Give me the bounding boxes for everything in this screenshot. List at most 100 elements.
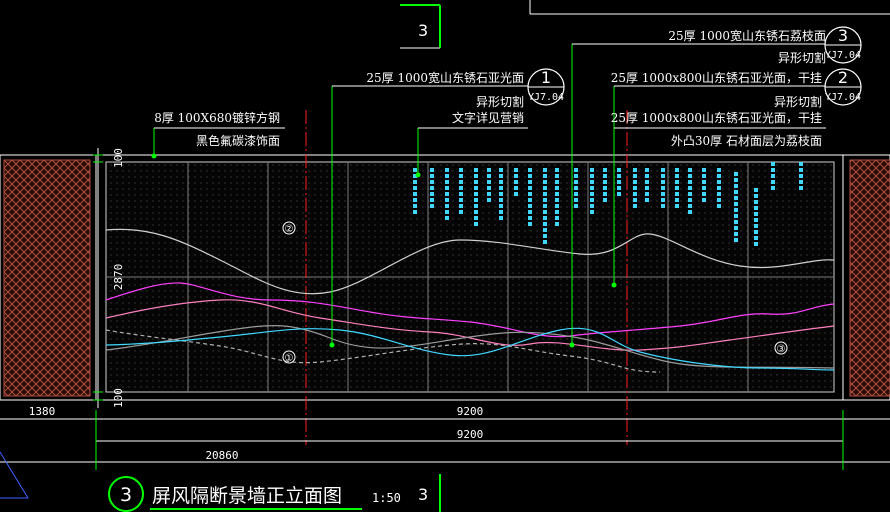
calligraphy-stroke (754, 230, 758, 234)
calligraphy-stroke (590, 192, 594, 196)
calligraphy-stroke (717, 180, 721, 184)
calligraphy-stroke (661, 204, 665, 208)
calligraphy-stroke (543, 222, 547, 226)
calligraphy-stroke (543, 216, 547, 220)
calligraphy-stroke (633, 174, 637, 178)
title-number: 3 (120, 484, 132, 506)
calligraphy-stroke (633, 180, 637, 184)
calligraphy-stroke (474, 168, 478, 172)
calligraphy-stroke (734, 190, 738, 194)
calligraphy-stroke (487, 180, 491, 184)
calligraphy-stroke (590, 168, 594, 172)
calligraphy-stroke (717, 168, 721, 172)
calligraphy-stroke (499, 192, 503, 196)
calligraphy-stroke (633, 186, 637, 190)
calligraphy-stroke (499, 186, 503, 190)
calligraphy-stroke (445, 186, 449, 190)
calligraphy-stroke (445, 180, 449, 184)
calligraphy-stroke (590, 180, 594, 184)
callout-3-number: 3 (838, 26, 848, 45)
calligraphy-stroke (543, 180, 547, 184)
calligraphy-stroke (459, 198, 463, 202)
calligraphy-stroke (603, 168, 607, 172)
calligraphy-stroke (445, 192, 449, 196)
calligraphy-stroke (661, 168, 665, 172)
calligraphy-stroke (514, 174, 518, 178)
calligraphy-stroke (543, 168, 547, 172)
calligraphy-stroke (675, 204, 679, 208)
calligraphy-stroke (474, 222, 478, 226)
calligraphy-stroke (688, 204, 692, 208)
dim-height: 2870 (112, 264, 125, 291)
calligraphy-stroke (734, 226, 738, 230)
calligraphy-stroke (413, 198, 417, 202)
calligraphy-stroke (487, 198, 491, 202)
calligraphy-stroke (754, 188, 758, 192)
calligraphy-stroke (543, 198, 547, 202)
calligraphy-stroke (474, 174, 478, 178)
calligraphy-stroke (734, 178, 738, 182)
calligraphy-stroke (717, 204, 721, 208)
callout-3-line2: 异形切割 (778, 50, 826, 65)
calligraphy-stroke (590, 210, 594, 214)
calligraphy-stroke (645, 192, 649, 196)
callout-1-line1: 25厚 1000宽山东锈石亚光面 (366, 70, 524, 85)
calligraphy-stroke (675, 186, 679, 190)
calligraphy-stroke (734, 208, 738, 212)
calligraphy-stroke (771, 162, 775, 166)
calligraphy-stroke (661, 186, 665, 190)
calligraphy-stroke (771, 174, 775, 178)
calligraphy-stroke (528, 168, 532, 172)
calligraphy-stroke (617, 186, 621, 190)
calligraphy-stroke (702, 192, 706, 196)
calligraphy-stroke (617, 174, 621, 178)
calligraphy-stroke (702, 186, 706, 190)
callout-2-ref: YJ7.04 (825, 92, 861, 103)
calligraphy-stroke (528, 180, 532, 184)
calligraphy-stroke (430, 180, 434, 184)
callout-2-line1: 25厚 1000x800山东锈石亚光面，干挂 (611, 71, 822, 85)
calligraphy-stroke (445, 216, 449, 220)
calligraphy-stroke (445, 174, 449, 178)
calligraphy-stroke (799, 162, 803, 166)
dim-wall-width: 9200 (457, 405, 484, 418)
calligraphy-stroke (555, 180, 559, 184)
calligraphy-stroke (734, 238, 738, 242)
dim-bottom-margin: 100 (112, 388, 125, 408)
calligraphy-stroke (633, 204, 637, 208)
calligraphy-stroke (499, 210, 503, 214)
calligraphy-stroke (430, 204, 434, 208)
callout-1-line2: 异形切割 (476, 94, 524, 109)
calligraphy-stroke (617, 168, 621, 172)
calligraphy-stroke (734, 232, 738, 236)
calligraphy-stroke (574, 198, 578, 202)
calligraphy-stroke (590, 174, 594, 178)
calligraphy-stroke (459, 186, 463, 190)
calligraphy-stroke (688, 186, 692, 190)
calligraphy-stroke (413, 192, 417, 196)
calligraphy-stroke (688, 180, 692, 184)
calligraphy-stroke (688, 168, 692, 172)
calligraphy-stroke (675, 192, 679, 196)
callout-3-ref: YJ7.04 (825, 50, 861, 61)
calligraphy-stroke (430, 198, 434, 202)
calligraphy-stroke (688, 210, 692, 214)
calligraphy-stroke (543, 204, 547, 208)
callout-1-ref: YJ7.04 (528, 92, 564, 103)
calligraphy-stroke (528, 210, 532, 214)
vertical-dimensions (93, 148, 103, 408)
elevation-drawing: 3 ② ① ③ 25厚 1000宽山东锈石荔枝面 异形切割 3 YJ7.04 2… (0, 0, 890, 512)
calligraphy-stroke (603, 192, 607, 196)
calligraphy-stroke (688, 198, 692, 202)
calligraphy-stroke (675, 198, 679, 202)
calligraphy-stroke (528, 204, 532, 208)
callout-2-number: 2 (838, 68, 848, 87)
calligraphy-stroke (633, 198, 637, 202)
calligraphy-stroke (555, 198, 559, 202)
calligraphy-stroke (590, 186, 594, 190)
calligraphy-stroke (543, 240, 547, 244)
dim-total: 20860 (205, 449, 238, 462)
calligraphy-stroke (474, 216, 478, 220)
calligraphy-stroke (799, 186, 803, 190)
calligraphy-stroke (799, 168, 803, 172)
